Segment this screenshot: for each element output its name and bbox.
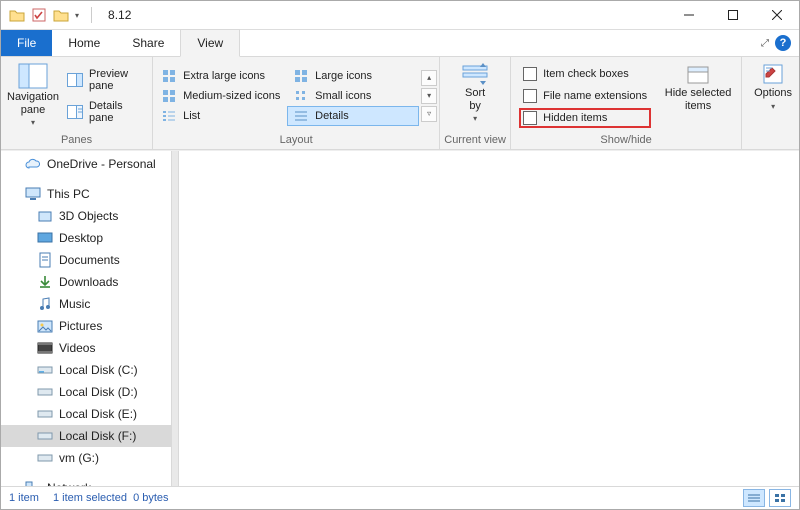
- tree-item-desktop[interactable]: Desktop: [1, 227, 171, 249]
- downloads-icon: [37, 274, 53, 290]
- list-icon: [161, 108, 177, 124]
- content-area: OneDrive - Personal This PC 3D Objects D…: [1, 150, 799, 486]
- view-details-button[interactable]: [743, 489, 765, 507]
- details-pane-icon: [67, 104, 83, 120]
- preview-pane-icon: [67, 72, 83, 88]
- checkbox-hidden-items[interactable]: Hidden items: [521, 110, 649, 126]
- tree-item-3d-objects[interactable]: 3D Objects: [1, 205, 171, 227]
- folder-3d-icon: [37, 208, 53, 224]
- window-title: 8.12: [108, 8, 131, 22]
- drive-icon: [37, 362, 53, 378]
- tab-home[interactable]: Home: [52, 30, 116, 56]
- layout-details[interactable]: Details: [287, 106, 419, 126]
- chevron-down-icon: ▾: [31, 118, 35, 127]
- title-bar: ▾ 8.12: [1, 1, 799, 30]
- pc-icon: [25, 186, 41, 202]
- music-icon: [37, 296, 53, 312]
- tree-item-local-disk-e[interactable]: Local Disk (E:): [1, 403, 171, 425]
- tree-item-music[interactable]: Music: [1, 293, 171, 315]
- maximize-button[interactable]: [711, 1, 755, 29]
- desktop-icon: [37, 230, 53, 246]
- drive-icon: [37, 450, 53, 466]
- tree-item-onedrive[interactable]: OneDrive - Personal: [1, 153, 171, 175]
- layout-extra-large-icons[interactable]: Extra large icons: [155, 66, 287, 86]
- cloud-icon: [25, 156, 41, 172]
- help-icon[interactable]: ?: [775, 35, 791, 51]
- qat-new-folder-icon[interactable]: [53, 7, 69, 23]
- documents-icon: [37, 252, 53, 268]
- group-label-layout: Layout: [153, 134, 439, 149]
- group-label-current-view: Current view: [440, 134, 510, 149]
- qat-dropdown-icon[interactable]: ▾: [75, 11, 79, 20]
- layout-medium-icons[interactable]: Medium-sized icons: [155, 86, 287, 106]
- tab-share[interactable]: Share: [116, 30, 180, 56]
- status-selection: 1 item selected 0 bytes: [53, 492, 169, 504]
- tab-file[interactable]: File: [1, 30, 52, 56]
- tree-item-pictures[interactable]: Pictures: [1, 315, 171, 337]
- layout-list[interactable]: List: [155, 106, 287, 126]
- tree-item-local-disk-c[interactable]: Local Disk (C:): [1, 359, 171, 381]
- minimize-ribbon-icon[interactable]: ⤢: [761, 38, 769, 49]
- videos-icon: [37, 340, 53, 356]
- layout-scroll-down[interactable]: ▾: [421, 88, 437, 104]
- layout-large-icons[interactable]: Large icons: [287, 66, 419, 86]
- file-list-pane[interactable]: [179, 151, 799, 486]
- layout-scroll-up[interactable]: ▴: [421, 70, 437, 86]
- icons-icon: [161, 68, 177, 84]
- tree-item-this-pc[interactable]: This PC: [1, 183, 171, 205]
- tree-item-local-disk-f[interactable]: Local Disk (F:): [1, 425, 171, 447]
- sort-by-button[interactable]: Sort by ▾: [446, 61, 504, 130]
- hide-selected-items-button[interactable]: Hide selected items: [661, 61, 735, 130]
- tree-item-drive-vm-g[interactable]: vm (G:): [1, 447, 171, 469]
- view-large-icons-button[interactable]: [769, 489, 791, 507]
- tab-view[interactable]: View: [180, 29, 240, 57]
- pictures-icon: [37, 318, 53, 334]
- status-bar: 1 item 1 item selected 0 bytes: [1, 486, 799, 509]
- tree-item-videos[interactable]: Videos: [1, 337, 171, 359]
- tree-item-documents[interactable]: Documents: [1, 249, 171, 271]
- chevron-down-icon: ▾: [473, 114, 477, 123]
- checkbox-item-check-boxes[interactable]: Item check boxes: [521, 66, 649, 82]
- details-pane-button[interactable]: Details pane: [63, 99, 142, 125]
- tree-splitter[interactable]: [171, 151, 179, 486]
- icons-icon: [293, 68, 309, 84]
- drive-icon: [37, 384, 53, 400]
- minimize-button[interactable]: [667, 1, 711, 29]
- icons-icon: [161, 88, 177, 104]
- layout-more[interactable]: ▿: [421, 106, 437, 122]
- close-button[interactable]: [755, 1, 799, 29]
- navigation-pane-button[interactable]: Navigation pane ▾: [7, 61, 59, 130]
- tree-item-network[interactable]: › Network: [1, 477, 171, 486]
- chevron-down-icon: ▾: [771, 102, 775, 111]
- preview-pane-button[interactable]: Preview pane: [63, 67, 142, 93]
- group-label-show-hide: Show/hide: [511, 134, 741, 149]
- layout-small-icons[interactable]: Small icons: [287, 86, 419, 106]
- status-item-count: 1 item: [9, 492, 39, 504]
- drive-icon: [37, 428, 53, 444]
- details-icon: [293, 108, 309, 124]
- icons-icon: [293, 88, 309, 104]
- options-button[interactable]: Options ▾: [748, 61, 798, 130]
- folder-icon: [9, 7, 25, 23]
- navigation-tree[interactable]: OneDrive - Personal This PC 3D Objects D…: [1, 151, 171, 486]
- ribbon: Navigation pane ▾ Preview pane Details p…: [1, 57, 799, 150]
- tree-item-downloads[interactable]: Downloads: [1, 271, 171, 293]
- tree-item-local-disk-d[interactable]: Local Disk (D:): [1, 381, 171, 403]
- qat-properties-icon[interactable]: [31, 7, 47, 23]
- group-label-panes: Panes: [1, 134, 152, 149]
- ribbon-tabs: File Home Share View ⤢ ?: [1, 30, 799, 57]
- explorer-window: ▾ 8.12 File Home Share View ⤢ ? Navigati…: [0, 0, 800, 510]
- drive-icon: [37, 406, 53, 422]
- checkbox-file-name-extensions[interactable]: File name extensions: [521, 88, 649, 104]
